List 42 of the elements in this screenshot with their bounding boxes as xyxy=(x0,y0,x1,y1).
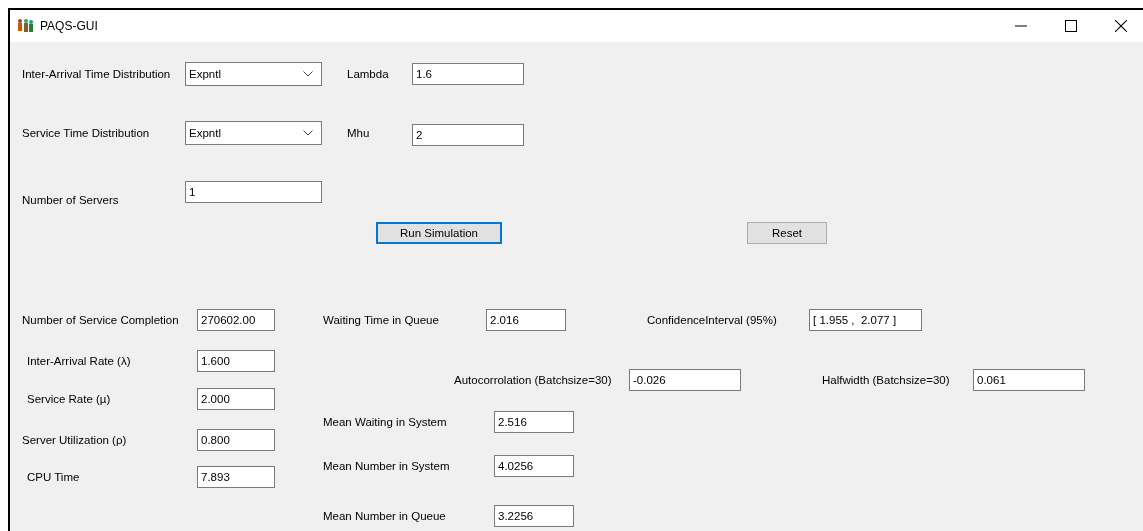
chevron-down-icon xyxy=(303,71,313,77)
output-field[interactable]: 2.000 xyxy=(197,388,275,410)
reset-button[interactable]: Reset xyxy=(747,222,827,244)
field-label: Halfwidth (Batchsize=30) xyxy=(822,374,951,386)
close-icon[interactable] xyxy=(1115,20,1127,32)
field-label: Lambda xyxy=(347,68,390,80)
field-label: ConfidenceInterval (95%) xyxy=(647,314,778,326)
field-label: CPU Time xyxy=(26,471,81,483)
field-label: Service Time Distribution xyxy=(22,127,151,139)
distribution-dropdown[interactable]: Expntl xyxy=(185,62,322,86)
field-label: Inter-Arrival Rate (λ) xyxy=(26,355,132,367)
field-label: Number of Servers xyxy=(22,194,120,206)
output-field[interactable]: 4.0256 xyxy=(494,455,574,477)
output-field[interactable]: 2.016 xyxy=(486,309,566,331)
output-field[interactable]: [ 1.955 , 2.077 ] xyxy=(809,309,922,331)
output-field[interactable]: 3.2256 xyxy=(494,505,574,527)
field-label: Autocorrolation (Batchsize=30) xyxy=(454,374,613,386)
output-field[interactable]: 1.600 xyxy=(197,350,275,372)
field-label: Mhu xyxy=(347,127,371,139)
run-button[interactable]: Run Simulation xyxy=(376,222,502,244)
field-label: Service Rate (µ) xyxy=(26,393,112,405)
field-label: Inter-Arrival Time Distribution xyxy=(22,68,172,80)
figures-icon xyxy=(16,18,34,34)
field-label: Waiting Time in Queue xyxy=(323,314,440,326)
input-field[interactable]: 1 xyxy=(185,181,322,203)
field-label: Mean Waiting in System xyxy=(323,416,448,428)
output-field[interactable]: 270602.00 xyxy=(197,309,275,331)
chevron-down-icon xyxy=(303,130,313,136)
output-field[interactable]: 2.516 xyxy=(494,411,574,433)
input-field[interactable]: 2 xyxy=(412,124,524,146)
output-field[interactable]: 7.893 xyxy=(197,466,275,488)
field-label: Mean Number in Queue xyxy=(323,510,447,522)
window-title: PAQS-GUI xyxy=(40,19,98,33)
field-label: Mean Number in System xyxy=(323,460,451,472)
output-field[interactable]: -0.026 xyxy=(629,369,741,391)
output-field[interactable]: 0.800 xyxy=(197,429,275,451)
field-label: Number of Service Completion xyxy=(22,314,180,326)
maximize-icon[interactable] xyxy=(1065,20,1077,32)
output-field[interactable]: 0.061 xyxy=(973,369,1085,391)
input-field[interactable]: 1.6 xyxy=(412,63,524,85)
field-label: Server Utilization (ρ) xyxy=(22,434,128,446)
distribution-dropdown[interactable]: Expntl xyxy=(185,121,322,145)
